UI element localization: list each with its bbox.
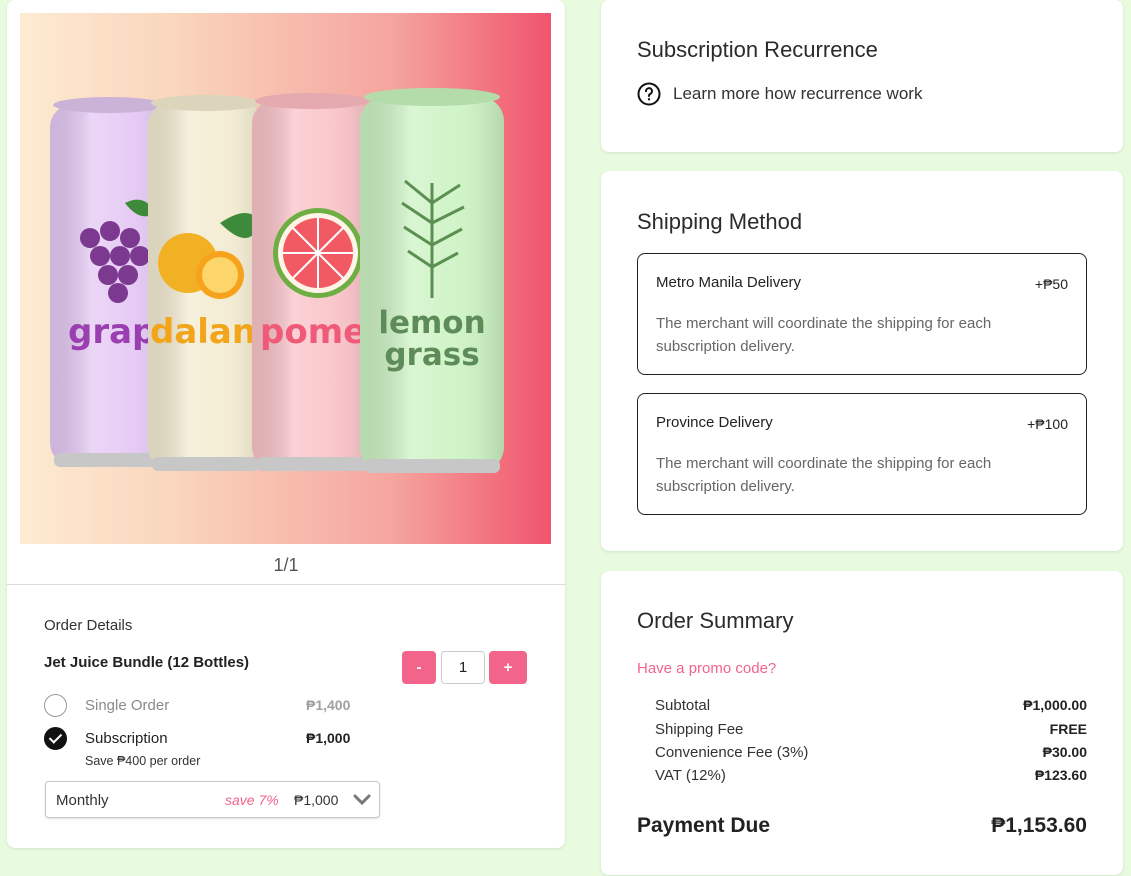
quantity-input[interactable]: 1 <box>441 651 485 684</box>
quantity-increase-button[interactable]: + <box>489 651 527 684</box>
shipping-option-name: Metro Manila Delivery <box>656 274 802 291</box>
divider <box>7 584 565 585</box>
summary-label: Convenience Fee (3%) <box>655 744 809 761</box>
frequency-select[interactable]: Monthly save 7% ₱1,000 <box>45 781 380 818</box>
product-card: grap daland pomel lemon grass 1/1 Order … <box>7 0 565 848</box>
option-price: ₱1,400 <box>306 697 351 713</box>
summary-label: VAT (12%) <box>655 767 726 784</box>
summary-row-vat: VAT (12%) ₱123.60 <box>655 767 1087 787</box>
lemongrass-can: lemon grass <box>360 88 504 473</box>
shipping-title: Shipping Method <box>637 209 803 234</box>
shipping-option-description: The merchant will coordinate the shippin… <box>656 455 992 495</box>
summary-value: ₱1,000.00 <box>1023 697 1087 713</box>
summary-value: FREE <box>1049 721 1087 737</box>
summary-label: Subtotal <box>655 697 711 714</box>
quantity-decrease-button[interactable]: - <box>402 651 436 684</box>
learn-more-text[interactable]: Learn more how recurrence work <box>673 84 922 104</box>
frequency-discount: save 7% <box>225 792 279 808</box>
shipping-option-metro-manila[interactable]: Metro Manila Delivery +₱50 The merchant … <box>637 253 1087 375</box>
chevron-down-icon[interactable] <box>353 794 371 806</box>
payment-due-label: Payment Due <box>637 814 771 837</box>
promo-code-link[interactable]: Have a promo code? <box>637 660 776 677</box>
svg-text:lemon: lemon <box>378 305 485 341</box>
shipping-option-fee: +₱100 <box>1027 416 1068 432</box>
help-icon <box>637 82 661 106</box>
single-order-option[interactable]: Single Order ₱1,400 <box>44 694 364 718</box>
shipping-option-province[interactable]: Province Delivery +₱100 The merchant wil… <box>637 393 1087 515</box>
option-label: Single Order <box>85 697 170 714</box>
order-summary-card: Order Summary Have a promo code? Subtota… <box>601 571 1123 875</box>
summary-value: ₱123.60 <box>1034 767 1087 783</box>
shipping-option-description: The merchant will coordinate the shippin… <box>656 315 992 355</box>
recurrence-title: Subscription Recurrence <box>637 37 878 62</box>
recurrence-card: Subscription Recurrence Learn more how r… <box>601 0 1123 152</box>
summary-label: Shipping Fee <box>655 721 744 738</box>
juice-cans-illustration: grap daland pomel lemon grass <box>50 88 504 473</box>
image-pager: 1/1 <box>273 555 299 575</box>
order-details-label: Order Details <box>44 617 133 634</box>
option-label: Subscription <box>85 730 168 747</box>
savings-note: Save ₱400 per order <box>85 754 201 768</box>
frequency-label: Monthly <box>56 792 109 809</box>
payment-due-value: ₱1,153.60 <box>991 814 1087 837</box>
pomelo-can: pomel <box>252 93 378 471</box>
radio-checked-icon[interactable] <box>44 727 67 750</box>
shipping-card: Shipping Method Metro Manila Delivery +₱… <box>601 171 1123 551</box>
summary-title: Order Summary <box>637 608 794 633</box>
product-image: grap daland pomel lemon grass <box>20 13 551 544</box>
frequency-price: ₱1,000 <box>294 792 339 808</box>
summary-value: ₱30.00 <box>1042 744 1087 760</box>
summary-row-shipping-fee: Shipping Fee FREE <box>655 721 1087 741</box>
shipping-option-name: Province Delivery <box>656 414 773 431</box>
option-price: ₱1,000 <box>306 730 351 746</box>
svg-text:grap: grap <box>68 312 156 352</box>
summary-row-subtotal: Subtotal ₱1,000.00 <box>655 697 1087 717</box>
shipping-option-fee: +₱50 <box>1034 276 1068 292</box>
grapefruit-icon <box>273 208 363 298</box>
radio-unchecked-icon[interactable] <box>44 694 67 717</box>
summary-row-convenience-fee: Convenience Fee (3%) ₱30.00 <box>655 744 1087 764</box>
svg-text:grass: grass <box>384 337 479 373</box>
bundle-name: Jet Juice Bundle (12 Bottles) <box>44 654 250 671</box>
subscription-option[interactable]: Subscription ₱1,000 <box>44 727 364 751</box>
